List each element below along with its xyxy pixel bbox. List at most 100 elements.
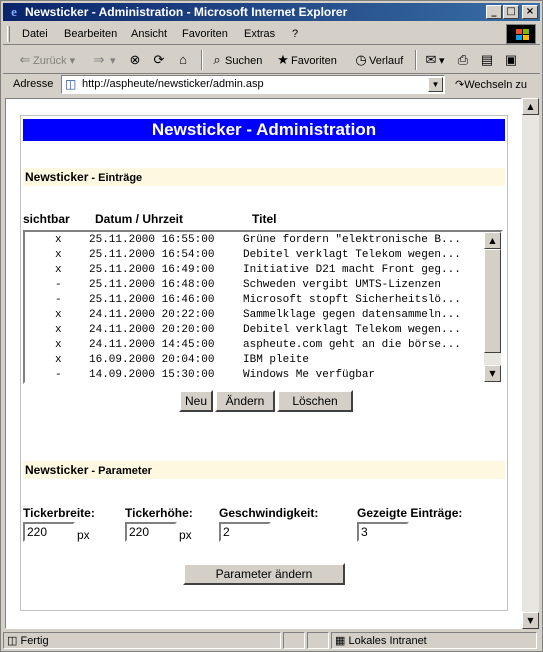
page-scroll-down-icon[interactable]: ▼: [522, 612, 539, 629]
address-bar: Adresse ◫ http://aspheute/newsticker/adm…: [3, 74, 540, 96]
status-bar: ◫ Fertig ▦ Lokales Intranet: [3, 631, 540, 651]
list-item[interactable]: x 24.11.2000 20:20:00 Debitel verklagt Tel…: [25, 323, 483, 338]
address-dropdown-icon[interactable]: ▼: [428, 77, 443, 92]
forward-button[interactable]: ⇒ ▾: [91, 52, 116, 68]
edit-button[interactable]: ▤: [479, 52, 495, 68]
entry-title: Windows Me verfügbar: [243, 369, 376, 381]
entry-title: Debitel verklagt Telekom wegen...: [243, 249, 461, 261]
ie-icon: e: [11, 4, 17, 19]
entry-datetime: 25.11.2000 16:46:00: [89, 294, 215, 306]
speed-label: Geschwindigkeit:: [219, 506, 319, 520]
discuss-icon: ▣: [504, 52, 518, 67]
entry-datetime: 25.11.2000 16:54:00: [89, 249, 215, 261]
count-input[interactable]: 3: [357, 522, 409, 542]
search-icon: ⌕: [213, 52, 221, 67]
list-item[interactable]: x 25.11.2000 16:54:00 Debitel verklagt Tel…: [25, 248, 483, 263]
page-scrollbar[interactable]: ▲ ▼: [522, 98, 539, 629]
menu-favoriten[interactable]: Favoriten: [182, 28, 228, 40]
scroll-down-icon[interactable]: ▼: [484, 365, 501, 382]
status-cell-empty: [307, 632, 329, 649]
home-button[interactable]: ⌂: [175, 52, 191, 67]
history-button[interactable]: ◷ Verlauf: [353, 52, 403, 68]
list-item[interactable]: x 25.11.2000 16:49:00 Initiative D21 macht…: [25, 263, 483, 278]
status-cell-empty: [283, 632, 305, 649]
entry-datetime: 24.11.2000 20:22:00: [89, 309, 215, 321]
favorites-button[interactable]: ★ Favoriten: [275, 52, 337, 68]
list-item[interactable]: x 24.11.2000 14:45:00 aspheute.com geht an…: [25, 338, 483, 353]
page-scroll-up-icon[interactable]: ▲: [522, 98, 539, 115]
entry-visible: x: [55, 234, 62, 246]
standard-toolbar: ⇐ Zurück ▾ ⇒ ▾ ⊗ ⟳ ⌂ ⌕ Suchen ★ Favoriten ◷…: [3, 46, 540, 74]
address-url: http://aspheute/newsticker/admin.asp: [82, 78, 264, 90]
go-arrow-icon: ↷: [455, 79, 465, 91]
menu-datei[interactable]: Datei: [22, 28, 48, 40]
entry-title: Sammelklage gegen datensammeln...: [243, 309, 461, 321]
back-button[interactable]: ⇐ Zurück ▾: [17, 52, 76, 68]
edit-entry-button[interactable]: Ändern: [215, 390, 275, 412]
speed-input[interactable]: 2: [219, 522, 271, 542]
refresh-button[interactable]: ⟳: [151, 52, 167, 68]
col-visible: sichtbar: [23, 212, 70, 226]
menu-help[interactable]: ?: [292, 28, 298, 40]
ticker-height-unit: px: [179, 528, 192, 542]
listbox-scrollbar[interactable]: ▲ ▼: [484, 232, 501, 382]
count-label: Gezeigte Einträge:: [357, 506, 463, 520]
intranet-icon: ▦: [335, 635, 346, 647]
menu-extras[interactable]: Extras: [244, 28, 275, 40]
security-zone: ▦ Lokales Intranet: [331, 632, 537, 649]
entry-title: Microsoft stopft Sicherheitslö...: [243, 294, 461, 306]
delete-entry-button[interactable]: Löschen: [277, 390, 353, 412]
scroll-up-icon[interactable]: ▲: [484, 232, 501, 249]
listbox-scroll-thumb[interactable]: [484, 249, 501, 353]
ticker-width-input[interactable]: 220: [23, 522, 75, 542]
address-label: Adresse: [13, 78, 54, 90]
refresh-icon: ⟳: [153, 52, 165, 67]
entry-datetime: 14.09.2000 15:30:00: [89, 369, 215, 381]
new-entry-button[interactable]: Neu: [179, 390, 213, 412]
entry-title: aspheute.com geht an die börse...: [243, 339, 461, 351]
discuss-button[interactable]: ▣: [503, 52, 519, 68]
window-title: Newsticker - Administration - Microsoft …: [25, 5, 348, 19]
ticker-width-label: Tickerbreite:: [23, 506, 95, 520]
update-params-button[interactable]: Parameter ändern: [183, 563, 345, 585]
entry-title: Schweden vergibt UMTS-Lizenzen: [243, 279, 442, 291]
entry-datetime: 24.11.2000 20:20:00: [89, 324, 215, 336]
list-item[interactable]: x 16.09.2000 20:04:00 IBM pleite: [25, 353, 483, 368]
close-button[interactable]: ×: [522, 5, 538, 19]
entries-list: x 25.11.2000 16:55:00 Grüne fordern "elekt…: [25, 233, 483, 382]
menubar-grip: [7, 26, 10, 42]
menu-ansicht[interactable]: Ansicht: [131, 28, 167, 40]
entry-visible: x: [55, 324, 62, 336]
params-section-heading: Newsticker - Parameter: [23, 461, 505, 479]
favorites-icon: ★: [277, 52, 289, 67]
list-item[interactable]: x 24.11.2000 20:22:00 Sammelklage gegen da…: [25, 308, 483, 323]
page-viewport: Newsticker - Administration Newsticker -…: [5, 98, 522, 629]
toolbar-separator: [201, 50, 203, 70]
forward-arrow-icon: ⇒: [93, 52, 105, 67]
list-item[interactable]: x 25.11.2000 16:55:00 Grüne fordern "elekt…: [25, 233, 483, 248]
mail-button[interactable]: ✉ ▾: [423, 52, 445, 68]
edit-page-icon: ▤: [480, 52, 494, 67]
entries-listbox[interactable]: x 25.11.2000 16:55:00 Grüne fordern "elekt…: [23, 230, 503, 384]
page-done-icon: ◫: [7, 635, 18, 647]
print-button[interactable]: ⎙: [455, 52, 471, 68]
entry-datetime: 16.09.2000 20:04:00: [89, 354, 215, 366]
minimize-button[interactable]: _: [486, 5, 502, 19]
list-item[interactable]: - 25.11.2000 16:46:00 Microsoft stopft Sic…: [25, 293, 483, 308]
ticker-height-input[interactable]: 220: [125, 522, 177, 542]
page-icon: ◫: [65, 77, 77, 91]
address-input[interactable]: ◫ http://aspheute/newsticker/admin.asp ▼: [61, 75, 445, 94]
list-item[interactable]: - 14.09.2000 15:30:00 Windows Me verfügbar: [25, 368, 483, 382]
entry-visible: -: [55, 369, 62, 381]
entry-title: IBM pleite: [243, 354, 310, 366]
browser-window: e Newsticker - Administration - Microsof…: [0, 0, 543, 652]
back-arrow-icon: ⇐: [19, 52, 31, 67]
stop-button[interactable]: ⊗: [127, 52, 143, 68]
list-item[interactable]: - 25.11.2000 16:48:00 Schweden vergibt UMT…: [25, 278, 483, 293]
go-button[interactable]: ↷Wechseln zu: [455, 78, 527, 91]
maximize-button[interactable]: □: [503, 5, 519, 19]
windows-logo-icon: [506, 24, 536, 44]
ticker-height-label: Tickerhöhe:: [125, 506, 193, 520]
menu-bearbeiten[interactable]: Bearbeiten: [64, 28, 117, 40]
search-button[interactable]: ⌕ Suchen: [209, 52, 262, 68]
